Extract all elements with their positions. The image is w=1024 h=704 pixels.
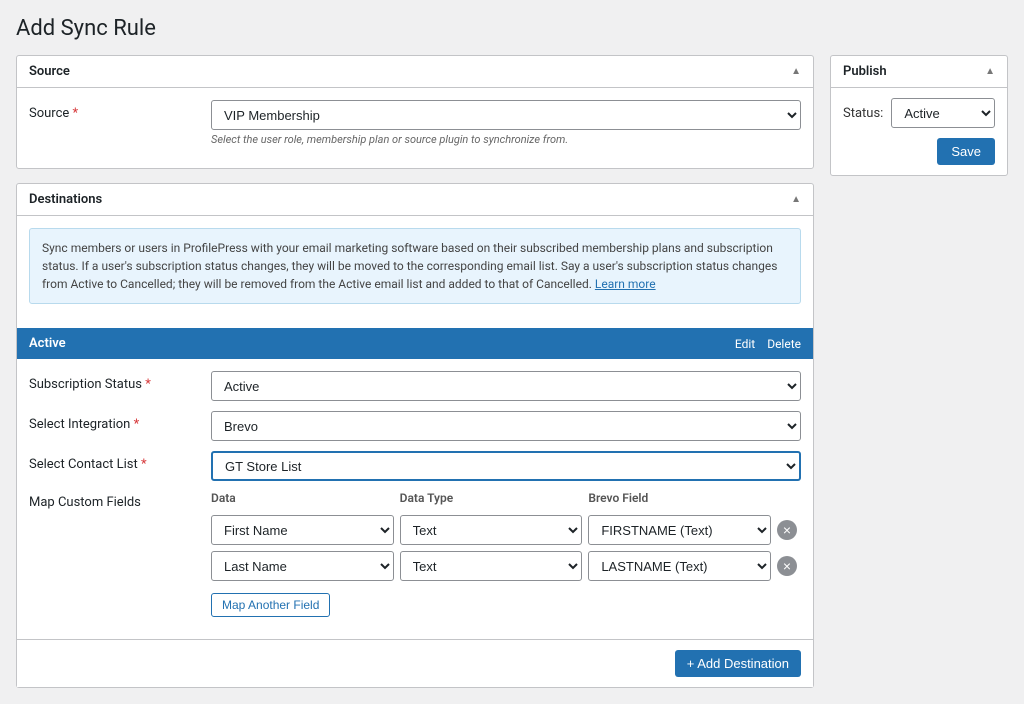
map-field-row-1: First Name Last Name Email Phone Text Nu… (211, 515, 801, 545)
field-brevo-select-2[interactable]: LASTNAME (Text) FIRSTNAME (Text) EMAIL (… (588, 551, 771, 581)
destinations-card: Destinations ▲ Sync members or users in … (16, 183, 814, 688)
info-banner: Sync members or users in ProfilePress wi… (29, 228, 801, 304)
field-data-select-2[interactable]: Last Name First Name Email Phone (211, 551, 394, 581)
delete-link[interactable]: Delete (767, 337, 801, 351)
source-select[interactable]: VIP Membership Standard Membership Free … (211, 100, 801, 130)
select-integration-select[interactable]: Brevo Mailchimp ConvertKit (211, 411, 801, 441)
publish-card: Publish ▲ Status: Active Inactive Save (830, 55, 1008, 176)
source-form-row: Source * VIP Membership Standard Members… (29, 100, 801, 146)
subscription-status-label: Subscription Status * (29, 371, 199, 392)
select-contact-list-row: Select Contact List * GT Store List News… (29, 451, 801, 481)
source-control: VIP Membership Standard Membership Free … (211, 100, 801, 146)
field-data-select-1[interactable]: First Name Last Name Email Phone (211, 515, 394, 545)
map-custom-fields-label: Map Custom Fields (29, 491, 199, 510)
subscription-status-control: Active Cancelled Expired Pending (211, 371, 801, 401)
learn-more-link[interactable]: Learn more (595, 277, 656, 291)
destinations-header-label: Destinations (29, 192, 102, 207)
field-type-select-2[interactable]: Text Number Date (400, 551, 583, 581)
map-another-field-button[interactable]: Map Another Field (211, 593, 330, 617)
select-integration-label: Select Integration * (29, 411, 199, 432)
col-type-header: Data Type (400, 491, 583, 505)
destination-actions: Edit Delete (735, 337, 801, 351)
source-hint: Select the user role, membership plan or… (211, 133, 801, 146)
source-required-mark: * (73, 106, 79, 121)
subscription-status-select[interactable]: Active Cancelled Expired Pending (211, 371, 801, 401)
publish-card-header: Publish ▲ (831, 56, 1007, 88)
destinations-card-body: Sync members or users in ProfilePress wi… (17, 216, 813, 687)
edit-link[interactable]: Edit (735, 337, 755, 351)
select-contact-list-select[interactable]: GT Store List Newsletter VIP List (211, 451, 801, 481)
status-label: Status: (843, 106, 883, 121)
publish-header-label: Publish (843, 64, 887, 79)
select-contact-list-control: GT Store List Newsletter VIP List (211, 451, 801, 481)
source-header-label: Source (29, 64, 70, 79)
source-card-header: Source ▲ (17, 56, 813, 88)
add-destination-row: + Add Destination (17, 639, 813, 687)
remove-field-1-button[interactable]: × (777, 520, 797, 540)
map-field-row-2: Last Name First Name Email Phone Text Nu… (211, 551, 801, 581)
status-select[interactable]: Active Inactive (891, 98, 995, 128)
destinations-chevron-icon: ▲ (791, 194, 801, 205)
publish-chevron-icon: ▲ (985, 66, 995, 77)
save-button[interactable]: Save (937, 138, 995, 165)
col-data-header: Data (211, 491, 394, 505)
add-destination-button[interactable]: + Add Destination (675, 650, 801, 677)
field-brevo-select-1[interactable]: FIRSTNAME (Text) LASTNAME (Text) EMAIL (… (588, 515, 771, 545)
publish-sidebar: Publish ▲ Status: Active Inactive Save (830, 55, 1008, 176)
source-label: Source * (29, 100, 199, 121)
publish-status-row: Status: Active Inactive (843, 98, 995, 128)
destinations-inner: Sync members or users in ProfilePress wi… (17, 216, 813, 328)
select-integration-control: Brevo Mailchimp ConvertKit (211, 411, 801, 441)
map-fields-header: Data Data Type Brevo Field (211, 491, 801, 509)
remove-field-2-button[interactable]: × (777, 556, 797, 576)
select-integration-row: Select Integration * Brevo Mailchimp Con… (29, 411, 801, 441)
publish-card-body: Status: Active Inactive Save (831, 88, 1007, 175)
destination-active-label: Active (29, 336, 66, 351)
source-card-body: Source * VIP Membership Standard Members… (17, 88, 813, 168)
destination-fields: Subscription Status * Active Cancelled E… (17, 359, 813, 639)
map-custom-fields-control: Data Data Type Brevo Field First Name (211, 491, 801, 617)
destination-active-header: Active Edit Delete (17, 328, 813, 359)
info-text: Sync members or users in ProfilePress wi… (42, 241, 777, 291)
source-card: Source ▲ Source * VIP Membership Standar… (16, 55, 814, 169)
select-contact-list-label: Select Contact List * (29, 451, 199, 472)
field-type-select-1[interactable]: Text Number Date (400, 515, 583, 545)
col-brevo-header: Brevo Field (588, 491, 771, 505)
map-custom-fields-row: Map Custom Fields Data Data Type Brevo F… (29, 491, 801, 617)
source-chevron-icon: ▲ (791, 66, 801, 77)
subscription-status-row: Subscription Status * Active Cancelled E… (29, 371, 801, 401)
destinations-card-header: Destinations ▲ (17, 184, 813, 216)
map-fields-grid: Data Data Type Brevo Field First Name (211, 491, 801, 581)
page-title: Add Sync Rule (16, 16, 1008, 41)
